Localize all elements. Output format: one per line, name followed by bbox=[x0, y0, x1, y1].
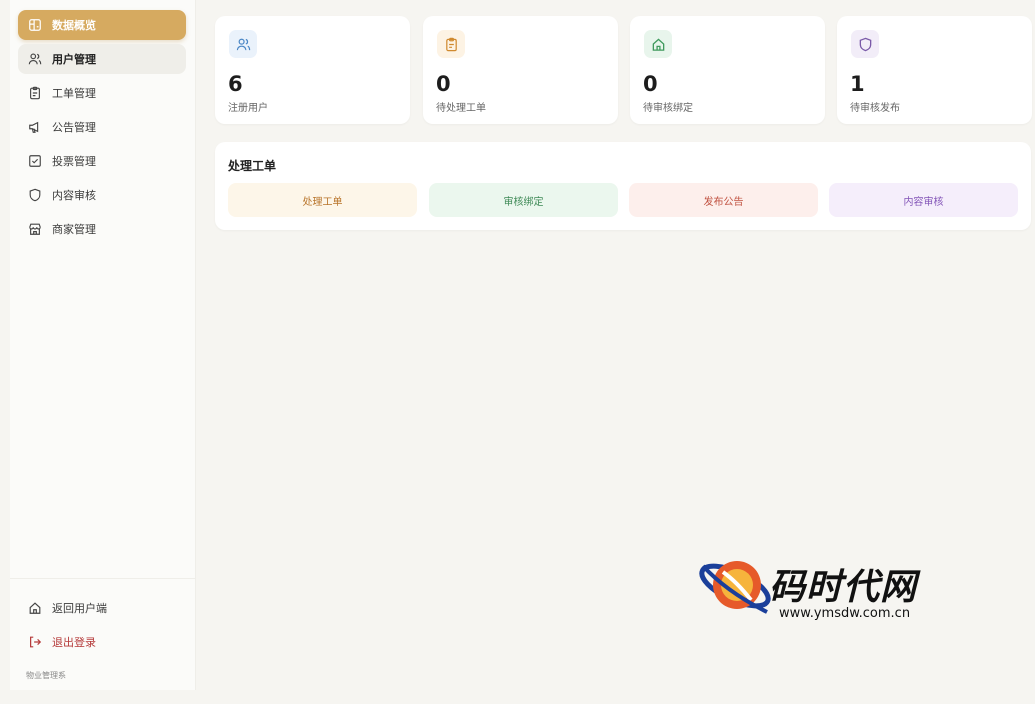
home-icon bbox=[28, 601, 42, 615]
stat-label: 待审核发布 bbox=[850, 103, 900, 114]
stat-card-pending-posts: 1 待审核发布 bbox=[837, 16, 1032, 124]
watermark-url: www.ymsdw.com.cn bbox=[779, 606, 911, 621]
megaphone-icon bbox=[28, 120, 42, 134]
stat-value: 1 bbox=[850, 72, 865, 96]
home-icon bbox=[644, 30, 672, 58]
sidebar-item-moderation[interactable]: 内容审核 bbox=[18, 180, 186, 210]
stat-value: 6 bbox=[228, 72, 243, 96]
back-to-user-side-button[interactable]: 返回用户端 bbox=[18, 593, 186, 623]
store-icon bbox=[28, 222, 42, 236]
content-moderation-button[interactable]: 内容审核 bbox=[829, 183, 1018, 217]
stat-card-pending-bindings: 0 待审核绑定 bbox=[630, 16, 825, 124]
logout-button[interactable]: 退出登录 bbox=[18, 627, 186, 657]
back-to-user-side-label: 返回用户端 bbox=[52, 602, 107, 615]
stats-row: 6 注册用户 0 待处理工单 0 待审核绑定 1 待审核发布 bbox=[215, 16, 1032, 124]
stat-label: 注册用户 bbox=[228, 103, 268, 114]
sidebar-item-tickets[interactable]: 工单管理 bbox=[18, 78, 186, 108]
clipboard-icon bbox=[28, 86, 42, 100]
dashboard-icon bbox=[28, 18, 42, 32]
stat-card-registered-users: 6 注册用户 bbox=[215, 16, 410, 124]
admin-app: 数据概览 用户管理 工单管理 公告管理 投票管理 内容审核 商家管理 返回用户端… bbox=[0, 0, 1035, 704]
logout-label: 退出登录 bbox=[52, 636, 96, 649]
review-bindings-button[interactable]: 审核绑定 bbox=[429, 183, 618, 217]
checkbox-icon bbox=[28, 154, 42, 168]
shield-icon bbox=[28, 188, 42, 202]
sidebar-bottom: 返回用户端 退出登录 bbox=[10, 578, 196, 661]
sidebar-item-users[interactable]: 用户管理 bbox=[18, 44, 186, 74]
shield-icon bbox=[851, 30, 879, 58]
users-icon bbox=[229, 30, 257, 58]
users-icon bbox=[28, 52, 42, 66]
sidebar-item-label: 内容审核 bbox=[52, 189, 96, 202]
sidebar-item-announcements[interactable]: 公告管理 bbox=[18, 112, 186, 142]
handle-tickets-button[interactable]: 处理工单 bbox=[228, 183, 417, 217]
sidebar: 数据概览 用户管理 工单管理 公告管理 投票管理 内容审核 商家管理 返回用户端… bbox=[10, 0, 196, 690]
sidebar-item-label: 用户管理 bbox=[52, 53, 96, 66]
stat-value: 0 bbox=[643, 72, 658, 96]
sidebar-nav: 数据概览 用户管理 工单管理 公告管理 投票管理 内容审核 商家管理 bbox=[18, 10, 186, 248]
stat-label: 待处理工单 bbox=[436, 103, 486, 114]
sidebar-item-label: 公告管理 bbox=[52, 121, 96, 134]
stat-card-pending-tickets: 0 待处理工单 bbox=[423, 16, 618, 124]
stat-label: 待审核绑定 bbox=[643, 103, 693, 114]
footer-note: 物业管理系 bbox=[26, 671, 66, 680]
watermark-title: 码时代网 bbox=[769, 566, 918, 608]
quick-actions-panel: 处理工单 处理工单 审核绑定 发布公告 内容审核 bbox=[215, 142, 1031, 230]
publish-announcement-button[interactable]: 发布公告 bbox=[629, 183, 818, 217]
stat-value: 0 bbox=[436, 72, 451, 96]
sidebar-item-label: 投票管理 bbox=[52, 155, 96, 168]
sidebar-item-label: 工单管理 bbox=[52, 87, 96, 100]
logout-icon bbox=[28, 635, 42, 649]
sidebar-item-label: 数据概览 bbox=[52, 19, 96, 32]
sidebar-item-dashboard[interactable]: 数据概览 bbox=[18, 10, 186, 40]
sidebar-item-label: 商家管理 bbox=[52, 223, 96, 236]
clipboard-icon bbox=[437, 30, 465, 58]
sidebar-item-votes[interactable]: 投票管理 bbox=[18, 146, 186, 176]
watermark: 码时代网 www.ymsdw.com.cn bbox=[697, 552, 947, 622]
sidebar-item-merchants[interactable]: 商家管理 bbox=[18, 214, 186, 244]
watermark-logo-icon bbox=[699, 561, 771, 614]
panel-title: 处理工单 bbox=[228, 159, 277, 173]
